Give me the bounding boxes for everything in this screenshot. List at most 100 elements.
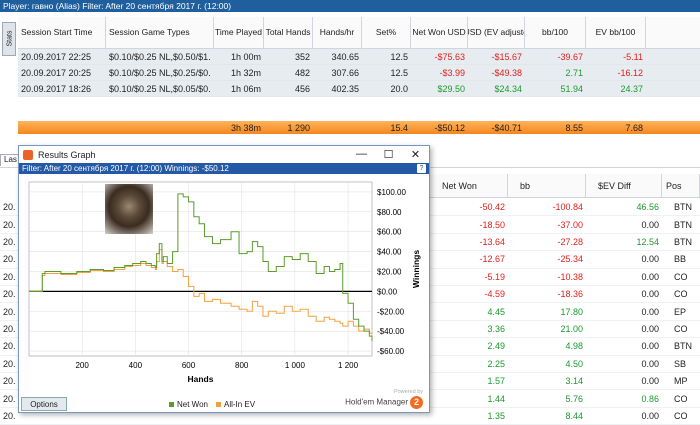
- hand-cell: MP: [674, 376, 688, 387]
- session-cell: $29.50: [437, 83, 465, 94]
- session-cell: -5.11: [623, 51, 643, 62]
- hand-cell: CO: [674, 271, 688, 282]
- y-tick-label: $60.00: [377, 228, 402, 237]
- session-cell: 20.09.2017 18:26: [21, 83, 92, 94]
- session-cell: 1h 00m: [230, 51, 261, 62]
- session-cell: 340.65: [331, 51, 359, 62]
- hand-cell: 2.25: [487, 358, 505, 369]
- hand-cell: 0.00: [641, 323, 659, 334]
- hand-cell: 4.50: [565, 358, 583, 369]
- hand-cell: BTN: [674, 202, 692, 213]
- legend-swatch: [215, 402, 221, 407]
- hand-cell: -4.59: [484, 289, 505, 300]
- hand-cell: 0.00: [641, 254, 659, 265]
- sessions-col-header: Net Won USD: [411, 16, 468, 49]
- legend-label: All-In EV: [223, 400, 256, 409]
- total-cell: -$40.71: [491, 122, 522, 133]
- legend-swatch: [169, 402, 174, 407]
- brand-name: Hold'em Manager: [345, 397, 408, 407]
- y-tick-label: -$20.00: [377, 307, 405, 316]
- sessions-col-header: bb/100: [525, 16, 586, 49]
- session-cell: 456: [294, 83, 310, 94]
- legend-allin-ev: All-In EV: [215, 400, 256, 409]
- hands-header: Net Won bb $EV Diff Pos: [430, 174, 700, 198]
- x-tick-label: 800: [235, 361, 249, 370]
- hand-cell: 0.00: [641, 271, 659, 282]
- hand-cell: 0.00: [641, 289, 659, 300]
- hand-cell: 4.98: [565, 341, 583, 352]
- session-cell: 1h 06m: [230, 83, 261, 94]
- hand-cell: EP: [674, 306, 687, 317]
- sessions-col-header: Hands/hr: [313, 16, 362, 49]
- window-titlebar[interactable]: Results Graph — ☐ ✕: [19, 146, 429, 163]
- x-tick-label: 600: [182, 361, 196, 370]
- hand-cell: CO: [674, 289, 688, 300]
- hand-cell: 0.00: [641, 358, 659, 369]
- sessions-col-header: Total Hands: [264, 16, 313, 49]
- total-cell: -$50.12: [434, 122, 465, 133]
- hand-cell: 1.35: [487, 410, 505, 421]
- hands-col-header: Net Won: [430, 174, 508, 198]
- stats-side-tab[interactable]: Stats: [2, 22, 16, 56]
- hand-cell: 0.86: [641, 393, 659, 404]
- total-cell: 7.68: [625, 122, 643, 133]
- sessions-body: 20.09.2017 22:25 $0.10/$0.25 NL,$0.50/$1.…: [18, 49, 700, 119]
- hand-cell: -25.34: [557, 254, 583, 265]
- hand-cell: 3.36: [487, 323, 505, 334]
- results-graph-window: Results Graph — ☐ ✕ Filter: After 20 сен…: [18, 145, 430, 413]
- hand-cell: 5.76: [565, 393, 583, 404]
- session-cell: $0.10/$0.25 NL,$0.50/$1.: [109, 51, 211, 62]
- y-tick-label: $40.00: [377, 248, 402, 257]
- session-cell: -$75.63: [434, 51, 465, 62]
- total-cell: 15.4: [390, 122, 408, 133]
- hand-cell: -27.28: [557, 236, 583, 247]
- hand-cell: 0.00: [641, 341, 659, 352]
- chart-legend: Net Won All-In EV: [169, 400, 255, 409]
- x-tick-label: 1 000: [285, 361, 306, 370]
- session-cell: -$3.99: [439, 67, 465, 78]
- maximize-button[interactable]: ☐: [375, 148, 402, 161]
- sessions-empty-area: [18, 97, 700, 119]
- session-row[interactable]: 20.09.2017 18:26 $0.10/$0.25 NL,$0.05/$0.…: [18, 81, 700, 97]
- hand-cell: 4.45: [487, 306, 505, 317]
- session-cell: -16.12: [617, 67, 643, 78]
- session-cell: 482: [294, 67, 310, 78]
- hand-cell: -18.36: [557, 289, 583, 300]
- hand-cell: -100.84: [552, 202, 583, 213]
- player-avatar: [105, 184, 153, 234]
- hand-cell: 0.00: [641, 306, 659, 317]
- total-cell: 1 290: [287, 122, 310, 133]
- hand-cell: -10.38: [557, 271, 583, 282]
- session-cell: 2.71: [565, 67, 583, 78]
- session-cell: 51.94: [560, 83, 583, 94]
- session-cell: 12.5: [390, 67, 408, 78]
- app-icon: [23, 149, 33, 160]
- session-cell: -$49.38: [491, 67, 522, 78]
- hand-cell: SB: [674, 358, 687, 369]
- session-cell: 1h 32m: [230, 67, 261, 78]
- sessions-col-header: Session Start Time: [18, 16, 106, 49]
- stats-tab-label: Stats: [6, 30, 14, 47]
- graph-filter-text: Filter: After 20 сентября 2017 г. (12:00…: [22, 164, 229, 173]
- options-button[interactable]: Options: [21, 397, 67, 411]
- help-icon[interactable]: ?: [417, 164, 426, 173]
- session-row[interactable]: 20.09.2017 22:25 $0.10/$0.25 NL,$0.50/$1.…: [18, 49, 700, 65]
- powered-by-text: Powered by: [393, 389, 423, 395]
- hand-cell: BTN: [674, 341, 692, 352]
- hand-cell: 17.80: [560, 306, 583, 317]
- hand-cell: BB: [674, 254, 687, 265]
- hem-logo-icon: 2: [410, 395, 423, 409]
- hand-cell: 0.00: [641, 410, 659, 421]
- close-button[interactable]: ✕: [402, 148, 429, 161]
- minimize-button[interactable]: —: [348, 148, 375, 161]
- hand-cell: BTN: [674, 236, 692, 247]
- session-row[interactable]: 20.09.2017 20:25 $0.10/$0.25 NL,$0.25/$0.…: [18, 65, 700, 81]
- y-tick-label: $20.00: [377, 267, 402, 276]
- session-cell: 402.35: [331, 83, 359, 94]
- results-chart: 200 400 600 800 1 000 1 200 $100.00 $80.00 $60.0…: [28, 181, 421, 384]
- session-cell: $24.34: [494, 83, 522, 94]
- y-tick-label: -$60.00: [377, 347, 405, 356]
- x-tick-label: 400: [129, 361, 143, 370]
- session-cell: 20.09.2017 22:25: [21, 51, 92, 62]
- hand-cell: -37.00: [557, 219, 583, 230]
